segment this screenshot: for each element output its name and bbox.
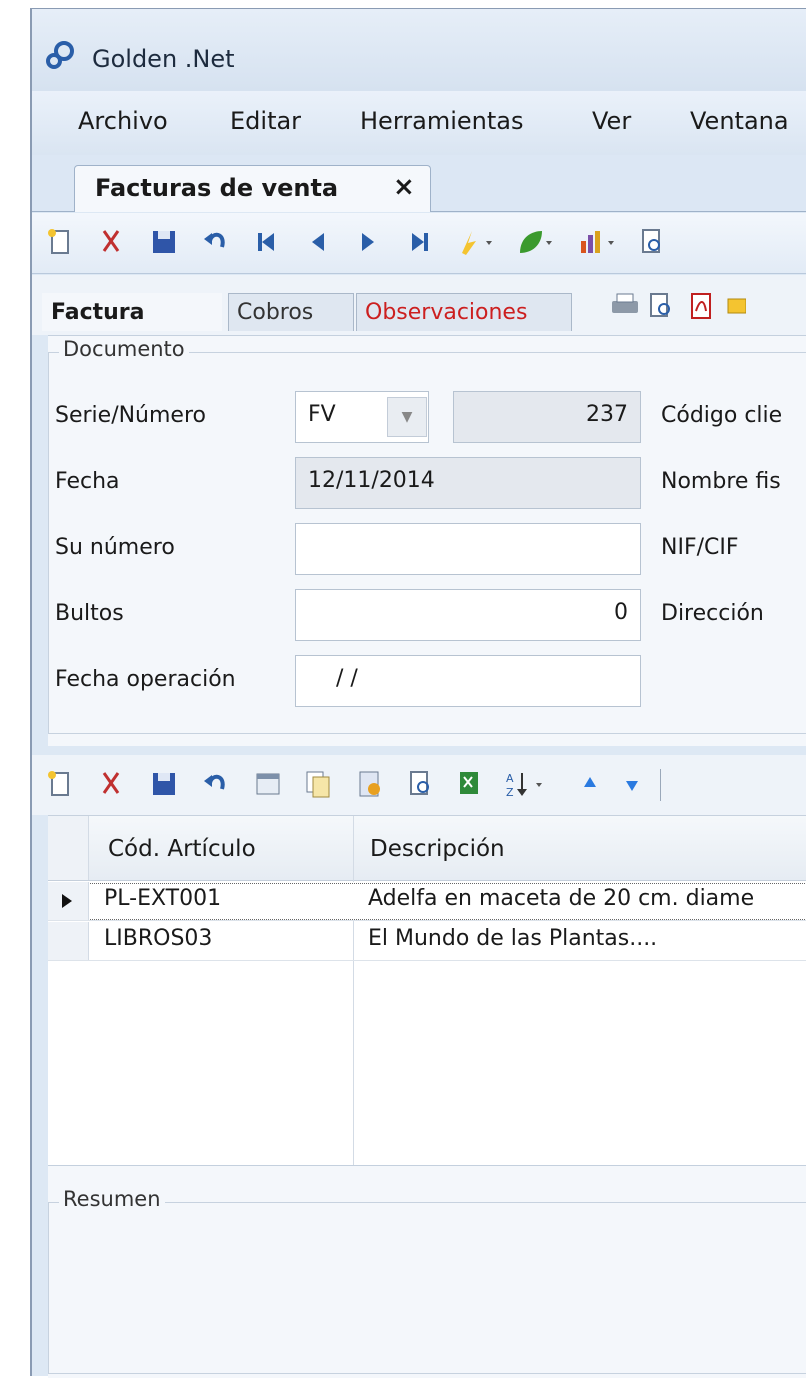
fecha-operacion-field[interactable]: / / [295,655,641,707]
su-numero-field[interactable] [295,523,641,575]
nombre-fiscal-label: Nombre fis [661,469,781,494]
menu-archivo[interactable]: Archivo [78,107,168,135]
tab-label: Facturas de venta [95,174,339,202]
row-selector[interactable] [48,922,89,960]
tab-factura[interactable]: Factura [42,293,222,331]
export-excel-icon[interactable] [456,769,484,799]
email-icon[interactable] [726,291,746,321]
bultos-label: Bultos [55,601,124,626]
undo-line-icon[interactable] [202,769,230,799]
documento-panel: Documento Serie/Número FV ▼ 237 Código c… [48,335,806,746]
column-header-descripcion[interactable]: Descripción [370,836,505,862]
main-toolbar [32,213,806,274]
preview-lines-icon[interactable] [406,769,434,799]
next-record-icon[interactable] [354,227,382,257]
table-row[interactable]: PL-EXT001 Adelfa en maceta de 20 cm. dia… [48,882,806,921]
resumen-group: Resumen [48,1187,806,1374]
direccion-label: Dirección [661,601,764,626]
resumen-group-title: Resumen [59,1187,165,1211]
nif-cif-label: NIF/CIF [661,535,739,560]
previous-record-icon[interactable] [304,227,332,257]
tab-facturas-de-venta[interactable]: Facturas de venta × [74,165,431,212]
cut-line-icon[interactable] [98,769,126,799]
copy-lines-icon[interactable] [304,769,332,799]
chart-dropdown-icon[interactable] [578,227,618,257]
column-divider [353,816,354,1166]
first-record-icon[interactable] [252,227,280,257]
resumen-panel: Resumen [48,1165,806,1378]
move-up-icon[interactable] [576,769,604,799]
documento-group: Documento Serie/Número FV ▼ 237 Código c… [48,337,806,734]
menu-herramientas[interactable]: Herramientas [360,107,523,135]
cell-codigo: PL-EXT001 [104,886,222,911]
sort-az-icon[interactable]: AZ [504,769,548,799]
leaf-dropdown-icon[interactable] [516,227,556,257]
print-preview-icon[interactable] [638,227,666,257]
toolbar-separator [660,769,661,801]
grid-header: Cód. Artículo Descripción [48,816,806,881]
serie-dropdown-button[interactable]: ▼ [387,397,427,437]
fecha-field[interactable]: 12/11/2014 [295,457,641,509]
pdf-icon[interactable] [686,291,718,321]
save-icon[interactable] [150,227,178,257]
new-line-icon[interactable] [46,769,74,799]
window-title: Golden .Net [92,45,235,73]
last-record-icon[interactable] [406,227,434,257]
cut-icon[interactable] [98,227,126,257]
menu-editar[interactable]: Editar [230,107,301,135]
serie-value: FV [308,402,336,427]
fecha-operacion-label: Fecha operación [55,667,236,692]
documento-group-title: Documento [59,337,189,361]
form-tab-strip: Factura Cobros Observaciones [32,275,806,335]
preview-icon[interactable] [646,291,678,321]
serie-numero-label: Serie/Número [55,403,206,428]
menu-ventana[interactable]: Ventana [690,107,789,135]
fecha-label: Fecha [55,469,120,494]
save-line-icon[interactable] [150,769,178,799]
title-bar: Golden .Net [32,9,806,91]
codigo-cliente-label: Código clie [661,403,783,428]
import-lines-icon[interactable] [356,769,384,799]
undo-icon[interactable] [202,227,230,257]
su-numero-label: Su número [55,535,175,560]
cell-codigo: LIBROS03 [104,926,213,951]
numero-field[interactable]: 237 [453,391,641,443]
tab-observaciones[interactable]: Observaciones [356,293,572,331]
menu-ver[interactable]: Ver [592,107,631,135]
svg-text:Z: Z [506,786,514,799]
document-tab-strip: Facturas de venta × [32,155,806,212]
close-tab-button[interactable]: × [393,172,415,202]
printer-icon[interactable] [608,291,642,321]
cell-descripcion: Adelfa en maceta de 20 cm. diame [368,886,755,911]
current-row-icon [62,894,72,908]
calendar-icon[interactable] [254,769,282,799]
tab-cobros[interactable]: Cobros [228,293,354,331]
move-down-icon[interactable] [618,769,646,799]
app-logo-icon [46,41,74,69]
table-row[interactable]: LIBROS03 El Mundo de las Plantas.... [48,922,806,961]
menu-bar: Archivo Editar Herramientas Ver Ventana [32,91,806,156]
bultos-field[interactable]: 0 [295,589,641,641]
row-selector[interactable] [48,882,89,920]
column-header-codigo[interactable]: Cód. Artículo [108,836,256,862]
lines-grid: Cód. Artículo Descripción PL-EXT001 Adel… [48,815,806,1166]
svg-text:A: A [506,772,514,785]
actions-dropdown-icon[interactable] [456,227,496,257]
row-selector-header [48,816,89,880]
new-document-icon[interactable] [46,227,74,257]
lines-toolbar: AZ [32,755,806,815]
application-window: Golden .Net Archivo Editar Herramientas … [30,8,806,1378]
cell-descripcion: El Mundo de las Plantas.... [368,926,658,951]
